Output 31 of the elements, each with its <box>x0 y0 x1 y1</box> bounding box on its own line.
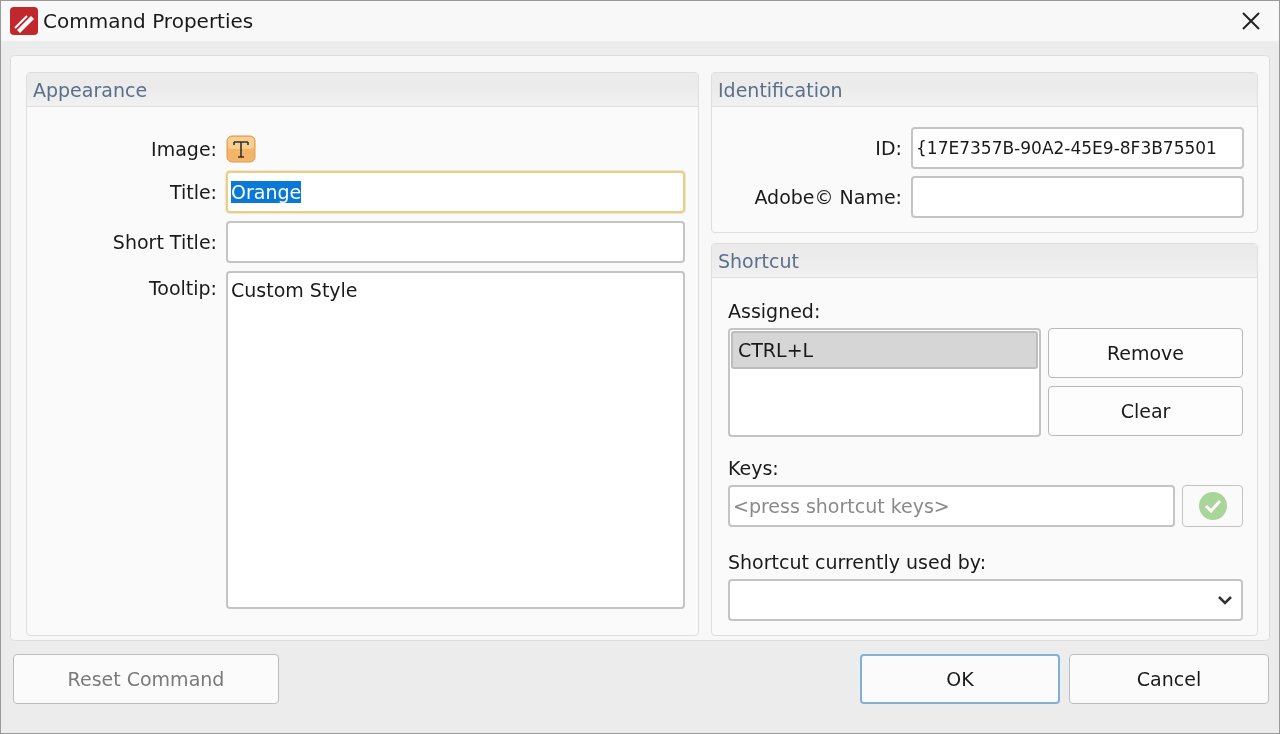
assigned-list[interactable]: CTRL+L <box>728 328 1041 437</box>
field-label: Image: <box>150 138 217 160</box>
field-label: Short Title: <box>111 231 217 253</box>
text-style-icon[interactable] <box>226 135 256 163</box>
id-field[interactable]: {17E7357B-90A2-45E9-8F3B75501 <box>911 127 1244 169</box>
group-heading: Identification <box>712 73 1257 107</box>
window-title: Command Properties <box>43 9 255 33</box>
app-logo-icon <box>9 6 39 36</box>
remove-button[interactable]: Remove <box>1048 328 1243 378</box>
short-title-field[interactable] <box>226 221 685 263</box>
close-icon <box>1240 10 1262 32</box>
checkmark-icon <box>1197 491 1228 521</box>
field-label: ID: <box>874 137 902 159</box>
group-heading: Shortcut <box>712 244 1257 278</box>
tooltip-field[interactable]: Custom Style <box>226 271 685 609</box>
field-label: Title: <box>168 181 217 203</box>
group-heading: Appearance <box>27 73 698 107</box>
field-label: Adobe© Name: <box>753 186 902 208</box>
confirm-button[interactable] <box>1182 485 1243 527</box>
used-by-dropdown[interactable] <box>728 579 1243 621</box>
title-field[interactable]: Orange <box>226 171 685 213</box>
clear-button[interactable]: Clear <box>1048 386 1243 436</box>
field-label: Shortcut currently used by: <box>728 551 988 573</box>
list-item[interactable]: CTRL+L <box>731 331 1038 369</box>
field-label: Assigned: <box>728 300 822 322</box>
adobe-name-field[interactable] <box>911 176 1244 218</box>
chevron-down-icon <box>1217 595 1233 605</box>
dialog-button[interactable]: OK <box>860 654 1060 704</box>
field-label: Keys: <box>728 457 780 479</box>
field-label: Tooltip: <box>147 276 217 299</box>
dialog-button[interactable]: Cancel <box>1069 654 1269 704</box>
